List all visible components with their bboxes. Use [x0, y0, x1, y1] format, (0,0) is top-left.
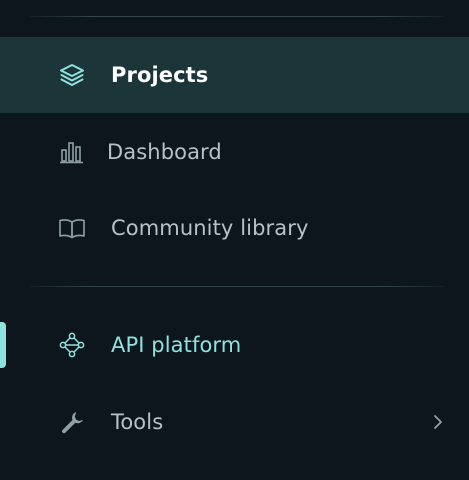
sidebar-item-label: API platform — [111, 333, 242, 357]
bar-chart-icon — [58, 138, 86, 166]
sidebar-item-label: Tools — [111, 410, 164, 434]
sidebar-item-label: Projects — [111, 63, 209, 87]
chevron-right-icon — [431, 412, 445, 432]
sidebar-item-tools[interactable]: Tools — [0, 384, 469, 460]
sidebar-item-projects[interactable]: Projects — [0, 37, 469, 113]
sidebar-item-dashboard[interactable]: Dashboard — [0, 114, 469, 190]
sidebar: Projects Dashboard Community library API… — [0, 0, 469, 480]
wrench-icon — [58, 408, 86, 436]
sidebar-item-label: Dashboard — [107, 140, 222, 164]
sidebar-item-api-platform[interactable]: API platform — [0, 307, 469, 383]
sidebar-item-label: Community library — [111, 216, 309, 240]
api-nodes-icon — [58, 331, 86, 359]
book-icon — [58, 214, 86, 242]
top-divider — [30, 16, 444, 17]
section-divider — [30, 286, 444, 287]
sidebar-item-community-library[interactable]: Community library — [0, 190, 469, 266]
layers-icon — [58, 61, 86, 89]
